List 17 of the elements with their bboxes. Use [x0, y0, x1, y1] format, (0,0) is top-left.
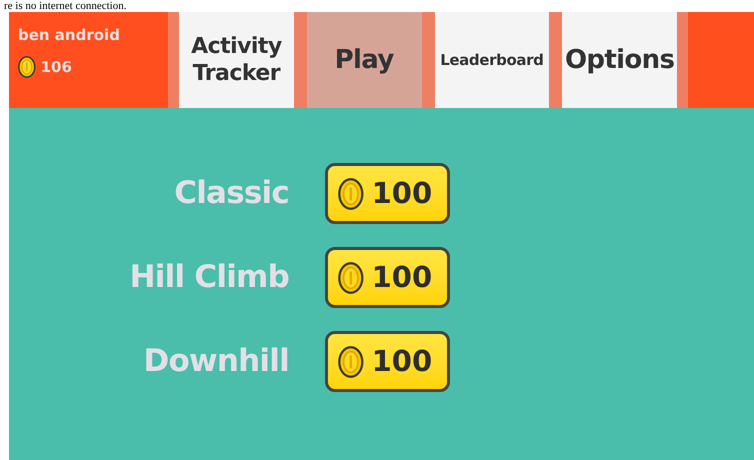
mode-price-button[interactable]: 100 — [325, 331, 450, 392]
coin-icon — [338, 346, 364, 378]
mode-price-button[interactable]: 100 — [325, 163, 450, 224]
mode-label: Downhill — [142, 342, 289, 382]
mode-label: Classic — [173, 174, 289, 214]
nav-tab[interactable]: Leaderboard — [434, 12, 550, 108]
nav-tab[interactable]: Activity Tracker — [179, 12, 294, 108]
mode-label: Hill Climb — [128, 258, 289, 298]
nav-tab[interactable]: Play — [306, 12, 422, 108]
coin-icon — [338, 262, 364, 294]
coin-count: 106 — [40, 57, 72, 78]
coin-icon — [18, 56, 36, 78]
nav-tab[interactable]: Options — [562, 12, 677, 108]
user-name: ben android — [18, 26, 121, 44]
connection-message: re is no internet connection. — [3, 0, 126, 12]
coin-icon — [338, 178, 364, 210]
mode-price-button[interactable]: 100 — [325, 247, 450, 308]
